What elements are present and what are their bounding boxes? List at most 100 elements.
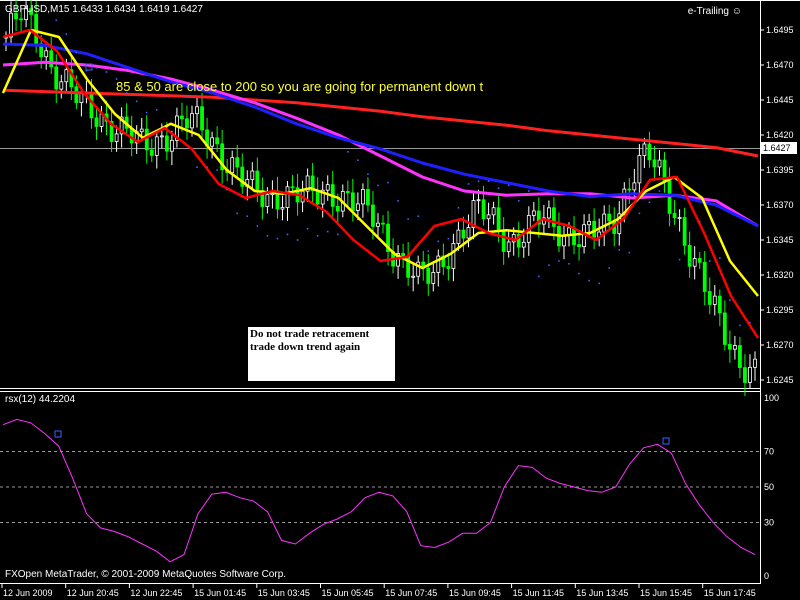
sar-dot (467, 183, 470, 185)
candle (637, 144, 642, 196)
sar-dot (749, 321, 751, 324)
candle (401, 243, 406, 268)
sar-dot (367, 173, 369, 175)
candle (195, 96, 199, 128)
sar-dot (397, 200, 399, 202)
price-tick-label: 1.6495 (766, 25, 794, 35)
sar-dot (457, 207, 460, 209)
candle (712, 285, 717, 316)
candle (662, 152, 667, 193)
sar-dot (246, 215, 249, 217)
candle (275, 176, 280, 219)
candle (491, 201, 496, 225)
time-tick-label: 15 Jun 07:45 (385, 588, 437, 598)
sar-dot (286, 233, 289, 236)
sar-dot (236, 212, 239, 215)
time-tick-label: 12 Jun 20:45 (67, 588, 119, 598)
candle (280, 195, 285, 221)
candle (702, 251, 707, 306)
sar-dot (527, 190, 530, 192)
sar-dot (316, 235, 319, 237)
sar-dot (357, 159, 359, 161)
candle (647, 131, 652, 168)
candle (717, 289, 722, 327)
sar-dot (326, 230, 329, 233)
sar-dot (55, 19, 58, 21)
time-tick-label: 15 Jun 09:45 (449, 588, 501, 598)
time-axis: 12 Jun 2009 12 Jun 20:45 12 Jun 22:45 15 Ju… (1, 584, 756, 598)
candle (501, 217, 506, 265)
price-tick-label: 1.6470 (766, 60, 794, 70)
candle (94, 107, 99, 140)
candle (531, 202, 536, 222)
rsx-markers (54, 430, 670, 445)
symbol-header: GBPUSD,M15 1.6433 1.6434 1.6419 1.6427 (5, 4, 203, 15)
sar-dot (166, 95, 168, 97)
price-tick-label: 1.6345 (766, 235, 794, 245)
sar-dot (507, 184, 510, 187)
candle (386, 210, 390, 266)
ma-comment-annotation: 85 & 50 are close to 200 so you are goin… (116, 79, 484, 94)
candle (49, 37, 54, 75)
candle (119, 107, 124, 148)
sar-dot (306, 228, 309, 230)
candle (748, 354, 752, 389)
sar-dot (638, 212, 641, 215)
time-tick-label: 15 Jun 15:45 (640, 588, 692, 598)
sar-dot (377, 184, 379, 187)
ma-line (2, 28, 760, 339)
sar-dot (407, 218, 409, 220)
sar-dot (658, 190, 661, 192)
rsx-tick-label: 50 (764, 482, 774, 492)
sar-dot (196, 166, 198, 168)
candle (325, 175, 330, 201)
time-tick-label: 15 Jun 05:45 (322, 588, 374, 598)
candle (562, 223, 566, 260)
candle (406, 242, 411, 286)
candle (471, 192, 476, 240)
candle (230, 150, 235, 185)
candle (657, 150, 662, 176)
sar-dot (678, 258, 681, 261)
candle (391, 238, 395, 274)
time-tick-label: 15 Jun 03:45 (258, 588, 310, 598)
sar-dot (538, 275, 540, 278)
sar-dot (266, 235, 269, 237)
smiley-icon: ☺ (731, 6, 742, 17)
copyright-text: FXOpen MetaTrader, © 2001-2009 MetaQuote… (5, 569, 287, 580)
candle (411, 263, 416, 292)
candle (431, 261, 436, 292)
current-price-label: 1.6427 (763, 143, 791, 153)
candle (557, 212, 561, 253)
candle (350, 178, 355, 222)
time-tick-label: 15 Jun 11:45 (513, 588, 564, 598)
sar-dot (135, 100, 138, 103)
price-tick-label: 1.6395 (766, 165, 794, 175)
sar-dot (75, 51, 78, 54)
candle (672, 200, 677, 225)
candle (416, 255, 421, 285)
time-tick-label: 15 Jun 13:45 (576, 588, 628, 598)
candle (436, 249, 441, 287)
candle (185, 105, 189, 140)
sar-dot (65, 33, 68, 35)
candle (4, 31, 8, 51)
price-tick-label: 1.6245 (766, 375, 794, 385)
candle (506, 231, 511, 258)
sar-dot (296, 239, 299, 241)
price-tick-label: 1.6320 (766, 270, 794, 280)
time-tick-label: 12 Jun 22:45 (130, 588, 182, 598)
sar-dot (387, 181, 389, 184)
note-line-2: trade down trend again (250, 341, 361, 353)
candle (376, 213, 380, 239)
candle (240, 153, 245, 194)
sar-dot (628, 251, 631, 254)
price-tick-label: 1.6370 (766, 200, 794, 210)
sar-dot (487, 180, 490, 182)
candle (727, 330, 732, 363)
sar-dot (186, 96, 188, 98)
candle (345, 180, 350, 207)
oscillator-title: rsx(12) 44.2204 (5, 394, 76, 405)
rsx-line (2, 418, 756, 563)
expert-advisor-label[interactable]: e-Trailing ☺ (688, 6, 742, 17)
